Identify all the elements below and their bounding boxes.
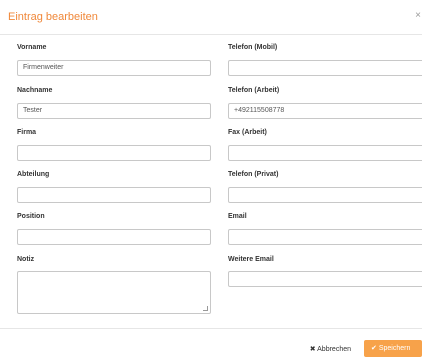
position-label: Position <box>17 213 45 220</box>
edit-entry-dialog: Eintrag bearbeiten × Vorname Firmenweite… <box>0 0 422 361</box>
dialog-header: Eintrag bearbeiten × <box>0 0 422 35</box>
notiz-textarea[interactable] <box>17 271 211 314</box>
weitere-email-label: Weitere Email <box>228 256 274 263</box>
email-label: Email <box>228 213 247 220</box>
abteilung-label: Abteilung <box>17 171 50 178</box>
vorname-label: Vorname <box>17 44 47 51</box>
telefon-privat-input[interactable] <box>228 187 422 203</box>
notiz-label: Notiz <box>17 256 35 263</box>
telefon-privat-label: Telefon (Privat) <box>228 171 279 178</box>
firma-input[interactable] <box>17 145 211 161</box>
checkmark-icon: ✔ <box>371 345 377 352</box>
resize-handle-icon[interactable] <box>203 306 208 311</box>
dialog-footer: ✖ Abbrechen ✔ Speichern <box>0 328 422 362</box>
cancel-button[interactable]: ✖ Abbrechen <box>310 345 351 353</box>
position-input[interactable] <box>17 229 211 245</box>
cancel-icon: ✖ <box>309 346 316 353</box>
weitere-email-input[interactable] <box>228 271 422 287</box>
nachname-label: Nachname <box>17 87 53 94</box>
save-label: Speichern <box>378 345 411 352</box>
cancel-label: Abbrechen <box>317 346 351 353</box>
save-button[interactable]: ✔ Speichern <box>364 340 422 357</box>
close-icon[interactable]: × <box>415 10 421 21</box>
telefon-mobil-input[interactable] <box>228 60 422 76</box>
telefon-arbeit-input[interactable]: +492115508778 <box>228 103 422 119</box>
telefon-arbeit-label: Telefon (Arbeit) <box>228 87 280 94</box>
vorname-input[interactable]: Firmenweiter <box>17 60 211 76</box>
email-input[interactable] <box>228 229 422 245</box>
telefon-mobil-label: Telefon (Mobil) <box>228 44 278 51</box>
abteilung-input[interactable] <box>17 187 211 203</box>
fax-arbeit-input[interactable] <box>228 145 422 161</box>
fax-arbeit-label: Fax (Arbeit) <box>228 129 267 136</box>
dialog-title: Eintrag bearbeiten <box>8 11 98 23</box>
nachname-input[interactable]: Tester <box>17 103 211 119</box>
firma-label: Firma <box>17 129 37 136</box>
